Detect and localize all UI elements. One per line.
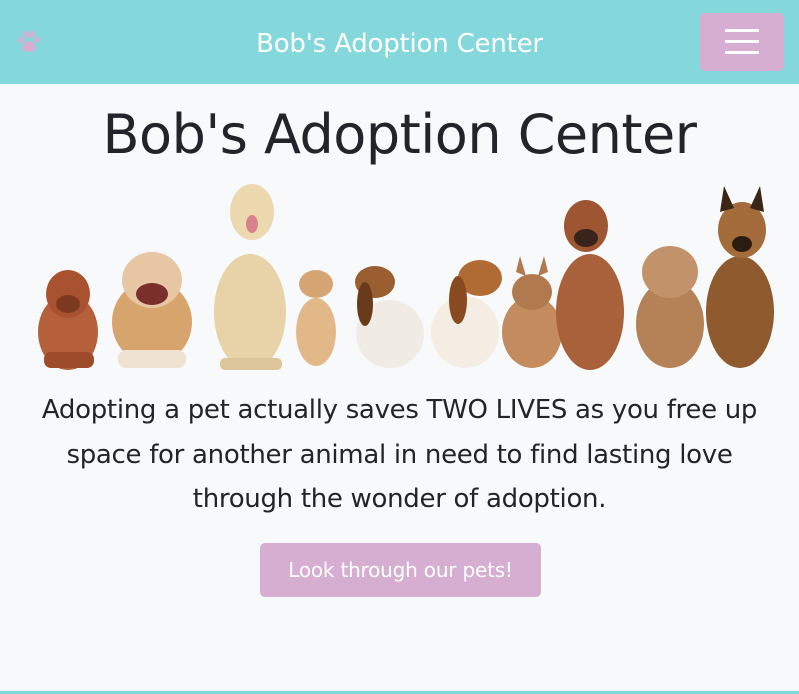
dog-bulldog: [112, 252, 192, 368]
hero-tagline: Adopting a pet actually saves TWO LIVES …: [41, 395, 758, 514]
hamburger-menu-icon: [725, 29, 759, 32]
browse-pets-button[interactable]: Look through our pets!: [260, 543, 541, 597]
page-title: Bob's Adoption Center: [102, 103, 697, 166]
dog-chihuahua: [296, 270, 336, 366]
navbar: Bob's Adoption Center: [0, 0, 799, 84]
dog-french-bulldog: [502, 256, 562, 368]
dogs-hero-image: [38, 184, 774, 370]
hamburger-bar: [725, 40, 759, 43]
dog-golden-retriever: [214, 184, 286, 370]
dog-boxer: [556, 200, 624, 370]
hamburger-bar: [725, 51, 759, 54]
navbar-title[interactable]: Bob's Adoption Center: [0, 27, 799, 61]
dog-dogue-de-bordeaux: [38, 270, 98, 370]
dog-basset-hound-1: [355, 266, 424, 368]
dog-german-shepherd: [706, 186, 774, 368]
dog-basset-hound-2: [431, 260, 502, 368]
navbar-toggler-button[interactable]: [700, 13, 784, 71]
dog-shih-tzu: [636, 246, 704, 368]
